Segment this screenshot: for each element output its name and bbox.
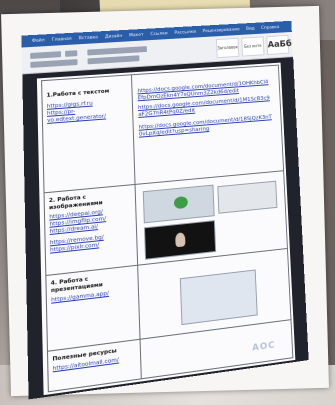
ribbon-tab[interactable]: Вид <box>246 26 255 31</box>
ribbon-tab[interactable]: Рассылки <box>174 29 196 35</box>
table-cell: Полезные ресурсы https://aitoolmall.com/ <box>52 345 138 373</box>
presentation-image <box>179 269 258 326</box>
align-buttons[interactable] <box>87 55 140 65</box>
style-item[interactable]: АаБб <box>266 34 292 55</box>
screenshot-image <box>142 184 215 224</box>
screenshot-image <box>143 220 217 260</box>
paragraph-buttons[interactable] <box>87 46 147 56</box>
plant-image <box>173 195 188 210</box>
table-cell: 2. Работа с изображениями https://deepai… <box>49 190 135 255</box>
styles-gallery: Заголовок Без инте АаБб <box>215 34 292 59</box>
font-size-box[interactable] <box>65 50 78 57</box>
ribbon-tab[interactable]: Макет <box>129 32 144 38</box>
ribbon-tab[interactable]: Главная <box>52 36 72 42</box>
screenshot-image <box>217 180 278 214</box>
ribbon-tab[interactable]: Вставка <box>79 35 98 41</box>
ribbon-tab[interactable]: Рецензирование <box>203 27 240 34</box>
ribbon-tab[interactable]: Справка <box>261 25 279 31</box>
portrait-image <box>175 232 186 248</box>
ribbon-tab[interactable]: Дизайн <box>105 33 122 39</box>
table-cell: 4. Работа с презентациями https://gamma.… <box>51 271 136 305</box>
link[interactable]: https://docs.google.com/document/d/18SjQ… <box>139 114 274 138</box>
style-item[interactable]: Без инте <box>241 36 265 57</box>
table-cell: 1.Работа с текстом https://gigs.rf.ru ht… <box>47 87 131 125</box>
format-buttons[interactable] <box>30 59 78 68</box>
monitor-screen: Файл Главная Вставка Дизайн Макет Ссылки… <box>21 20 309 400</box>
photo-card: Файл Главная Вставка Дизайн Макет Ссылки… <box>1 5 329 400</box>
ribbon-tab[interactable]: Ссылки <box>150 31 167 37</box>
ribbon-tab[interactable]: Файл <box>32 38 45 44</box>
table-cell: https://docs.google.com/document/d/1OHKh… <box>137 79 273 138</box>
font-name-box[interactable] <box>30 51 62 59</box>
style-item[interactable]: Заголовок <box>215 37 240 59</box>
